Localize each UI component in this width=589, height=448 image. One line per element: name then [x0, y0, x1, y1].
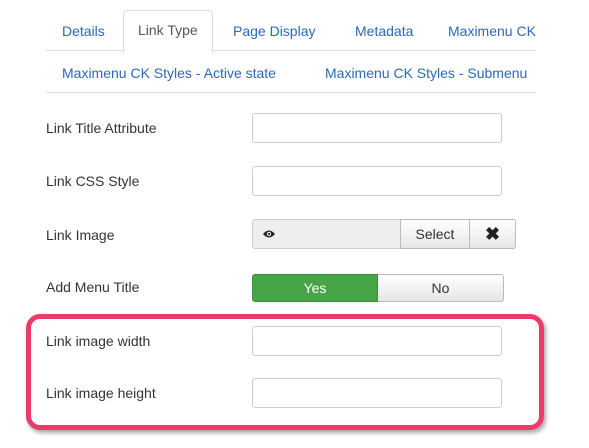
tab-clip: Maximenu CK — [448, 22, 536, 40]
link-css-style-input[interactable] — [252, 166, 502, 196]
link-image-height-input[interactable] — [252, 378, 502, 408]
menu-item-edit-panel: Details Link Type Page Display Metadata … — [0, 0, 589, 448]
link-image-label: Link Image — [46, 227, 115, 243]
close-icon[interactable]: ✖ — [469, 219, 516, 249]
tab-details[interactable]: Details — [62, 22, 105, 40]
tab-clip: Maximenu CK Styles - Submenu — [325, 64, 536, 82]
add-menu-title-label: Add Menu Title — [46, 279, 140, 295]
link-title-attribute-label: Link Title Attribute — [46, 120, 157, 136]
tab-maximenu-styles-active[interactable]: Maximenu CK Styles - Active state — [62, 64, 276, 82]
link-image-width-input[interactable] — [252, 326, 502, 356]
tab-maximenu-styles-submenu[interactable]: Maximenu CK Styles - Submenu — [325, 64, 536, 82]
link-image-height-label: Link image height — [46, 385, 156, 401]
tab-maximenu-ck[interactable]: Maximenu CK — [448, 22, 536, 40]
add-menu-title-toggle: Yes No — [252, 274, 504, 302]
tab-page-display[interactable]: Page Display — [233, 22, 316, 40]
link-image-field: Select ✖ — [252, 219, 516, 249]
link-image-width-label: Link image width — [46, 333, 151, 349]
eye-icon[interactable] — [252, 219, 286, 249]
tab-metadata[interactable]: Metadata — [355, 22, 413, 40]
tabs-divider — [46, 50, 536, 51]
select-image-button[interactable]: Select — [400, 219, 470, 249]
link-title-attribute-input[interactable] — [252, 113, 502, 143]
tab-link-type[interactable]: Link Type — [123, 10, 213, 54]
yes-option[interactable]: Yes — [252, 274, 378, 302]
no-option[interactable]: No — [378, 274, 504, 302]
image-path-preview — [285, 219, 401, 249]
link-css-style-label: Link CSS Style — [46, 173, 140, 189]
tabs-divider — [46, 92, 536, 93]
